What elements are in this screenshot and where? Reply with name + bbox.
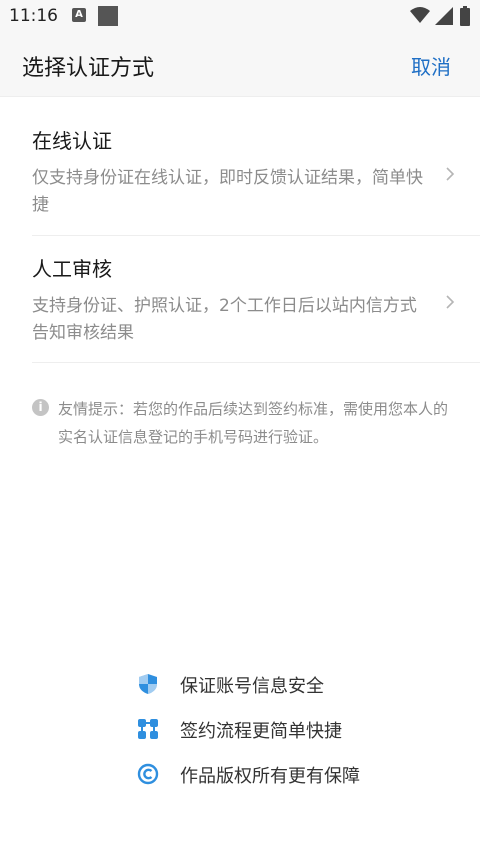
flow-icon: [138, 719, 158, 739]
divider: [32, 235, 480, 236]
copyright-icon: [137, 763, 159, 785]
nav-bar: 选择认证方式 取消: [0, 32, 480, 96]
status-time: 11:16: [9, 6, 58, 26]
divider: [32, 362, 480, 363]
notification-square-icon: [98, 6, 118, 26]
info-icon: i: [32, 399, 49, 416]
option-online-verification[interactable]: 在线认证 仅支持身份证在线认证，即时反馈认证结果，简单快捷: [0, 113, 480, 239]
wifi-icon: [410, 7, 430, 23]
cancel-button[interactable]: 取消: [411, 51, 451, 80]
option-manual-review[interactable]: 人工审核 支持身份证、护照认证，2个工作日后以站内信方式告知审核结果: [0, 241, 480, 367]
shield-icon: [139, 674, 157, 694]
tip-text: 友情提示：若您的作品后续达到签约标准，需使用您本人的实名认证信息登记的手机号码进…: [58, 400, 449, 446]
page-title: 选择认证方式: [22, 56, 155, 81]
chevron-right-icon: [446, 295, 455, 309]
battery-icon: [460, 6, 470, 26]
option-title: 在线认证: [32, 129, 112, 153]
status-bar: 11:16 A: [0, 0, 480, 32]
signal-icon: [435, 7, 453, 25]
content-panel: 在线认证 仅支持身份证在线认证，即时反馈认证结果，简单快捷 人工审核 支持身份证…: [0, 96, 480, 853]
chevron-right-icon: [446, 167, 455, 181]
option-description: 支持身份证、护照认证，2个工作日后以站内信方式告知审核结果: [32, 296, 417, 343]
feature-label: 签约流程更简单快捷: [180, 721, 342, 742]
feature-label: 保证账号信息安全: [180, 676, 324, 697]
option-title: 人工审核: [32, 257, 112, 281]
notification-a-icon: A: [72, 8, 86, 22]
option-description: 仅支持身份证在线认证，即时反馈认证结果，简单快捷: [32, 168, 423, 215]
feature-label: 作品版权所有更有保障: [180, 766, 360, 787]
